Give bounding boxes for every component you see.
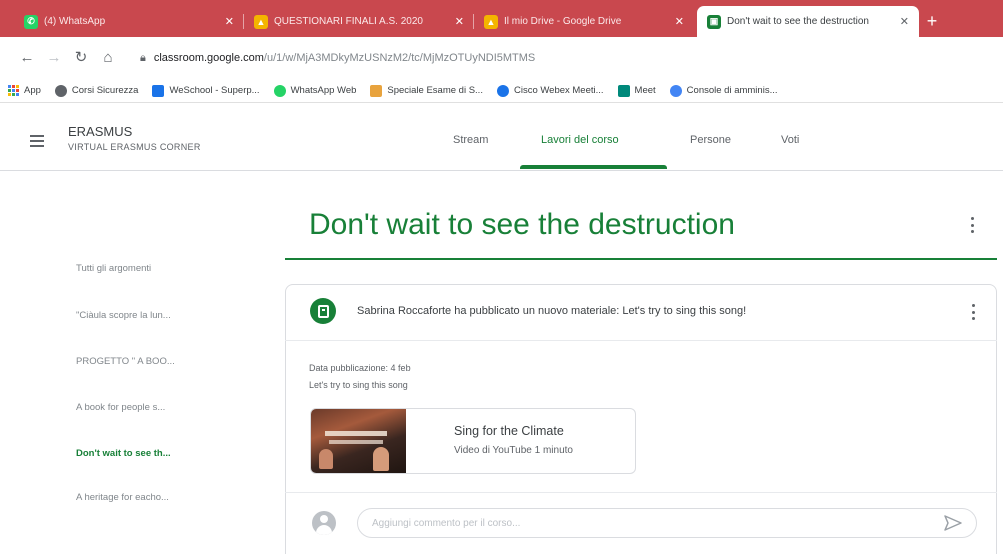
video-thumbnail [311,409,406,473]
post-description: Let's try to sing this song [309,380,408,390]
weschool-icon [152,84,165,97]
new-tab-button[interactable]: + [921,10,943,32]
class-comment-input[interactable] [357,508,977,538]
publish-date: Data pubblicazione: 4 feb [309,363,411,373]
menu-icon[interactable] [30,135,44,147]
topic-item[interactable]: A heritage for eacho... [76,492,169,503]
attachment-title[interactable]: Sing for the Climate [454,424,564,438]
address-bar[interactable]: 🔒︎ classroom.google.com/u/1/w/MjA3MDkyMz… [140,44,990,72]
material-icon [310,298,336,324]
classroom-header [0,103,1003,171]
more-options-icon[interactable] [967,214,977,236]
bookmark-console[interactable]: Console di amminis... [669,84,777,97]
card-divider [285,340,997,341]
bookmarks-bar: App Corsi Sicurezza WeSchool - Superp...… [0,79,1003,103]
meet-icon [617,84,630,97]
google-drive-icon: ▲ [484,14,498,29]
attachment-subtitle: Video di YouTube 1 minuto [454,445,573,456]
post-announcement[interactable]: Sabrina Roccaforte ha pubblicato un nuov… [357,305,746,317]
close-tab-icon[interactable]: ✕ [900,15,909,28]
browser-tab-drive[interactable]: ▲ Il mio Drive - Google Drive ✕ [474,6,694,37]
avatar [312,511,336,535]
tab-stream[interactable]: Stream [453,134,488,146]
topic-title: Don't wait to see the destruction [309,208,735,241]
home-icon[interactable]: ⌂ [99,47,117,69]
class-name[interactable]: ERASMUS [68,124,132,139]
active-tab-indicator [520,165,667,169]
topic-item-active[interactable]: Don't wait to see th... [76,448,171,459]
google-drive-icon: ▲ [254,14,268,29]
bookmark-apps[interactable]: App [8,85,41,96]
bookmark-meet[interactable]: Meet [617,84,656,97]
bookmark-corsi-sicurezza[interactable]: Corsi Sicurezza [54,84,138,97]
classroom-icon: ▣ [707,14,721,29]
title-divider [285,258,997,260]
browser-tab-questionari[interactable]: ▲ QUESTIONARI FINALI A.S. 2020 ✕ [244,6,474,37]
tab-voti[interactable]: Voti [781,134,799,146]
whatsapp-icon: ✆ [24,14,38,29]
bookmark-speciale-esame[interactable]: Speciale Esame di S... [370,84,483,97]
bookmark-cisco-webex[interactable]: Cisco Webex Meeti... [496,84,604,97]
whatsapp-icon [273,84,286,97]
close-tab-icon[interactable]: ✕ [455,15,464,28]
bookmark-whatsapp-web[interactable]: WhatsApp Web [273,84,356,97]
admin-console-icon [669,84,682,97]
globe-icon [54,84,67,97]
close-tab-icon[interactable]: ✕ [225,15,234,28]
browser-tab-classroom[interactable]: ▣ Don't wait to see the destruction ✕ [697,6,919,37]
card-more-options-icon[interactable] [968,302,978,322]
class-section: VIRTUAL ERASMUS CORNER [68,142,201,152]
forward-arrow-icon[interactable]: → [45,47,63,69]
webex-icon [496,84,509,97]
bookmark-weschool[interactable]: WeSchool - Superp... [152,84,260,97]
comment-divider [285,492,997,493]
reload-icon[interactable]: ↻ [72,47,90,69]
tab-persone[interactable]: Persone [690,134,731,146]
youtube-attachment[interactable] [310,408,636,474]
topic-item[interactable]: A book for people s... [76,402,165,413]
close-tab-icon[interactable]: ✕ [675,15,684,28]
topic-item[interactable]: "Ciàula scopre la lun... [76,310,171,321]
browser-tab-whatsapp[interactable]: ✆ (4) WhatsApp ✕ [14,6,244,37]
topic-item[interactable]: PROGETTO " A BOO... [76,356,175,367]
back-arrow-icon[interactable]: ← [18,47,36,69]
tab-lavori-del-corso[interactable]: Lavori del corso [541,134,619,146]
topic-all[interactable]: Tutti gli argomenti [76,263,151,274]
lock-icon: 🔒︎ [140,51,146,64]
bookmark-page-icon [370,84,383,97]
send-icon[interactable] [943,514,963,532]
apps-grid-icon [8,85,19,96]
